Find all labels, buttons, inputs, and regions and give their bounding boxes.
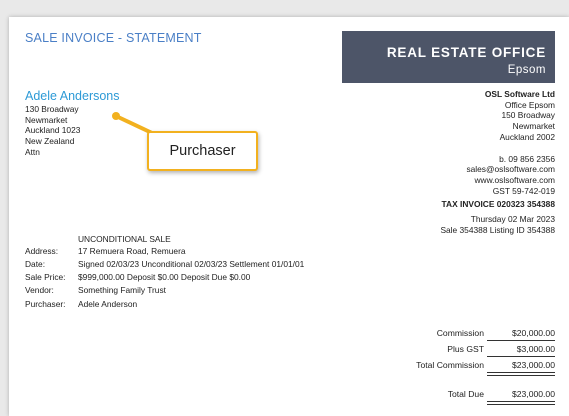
purchaser-callout: Purchaser xyxy=(147,131,258,171)
callout-pointer xyxy=(112,112,154,135)
callout-pointer-dot xyxy=(112,112,120,120)
